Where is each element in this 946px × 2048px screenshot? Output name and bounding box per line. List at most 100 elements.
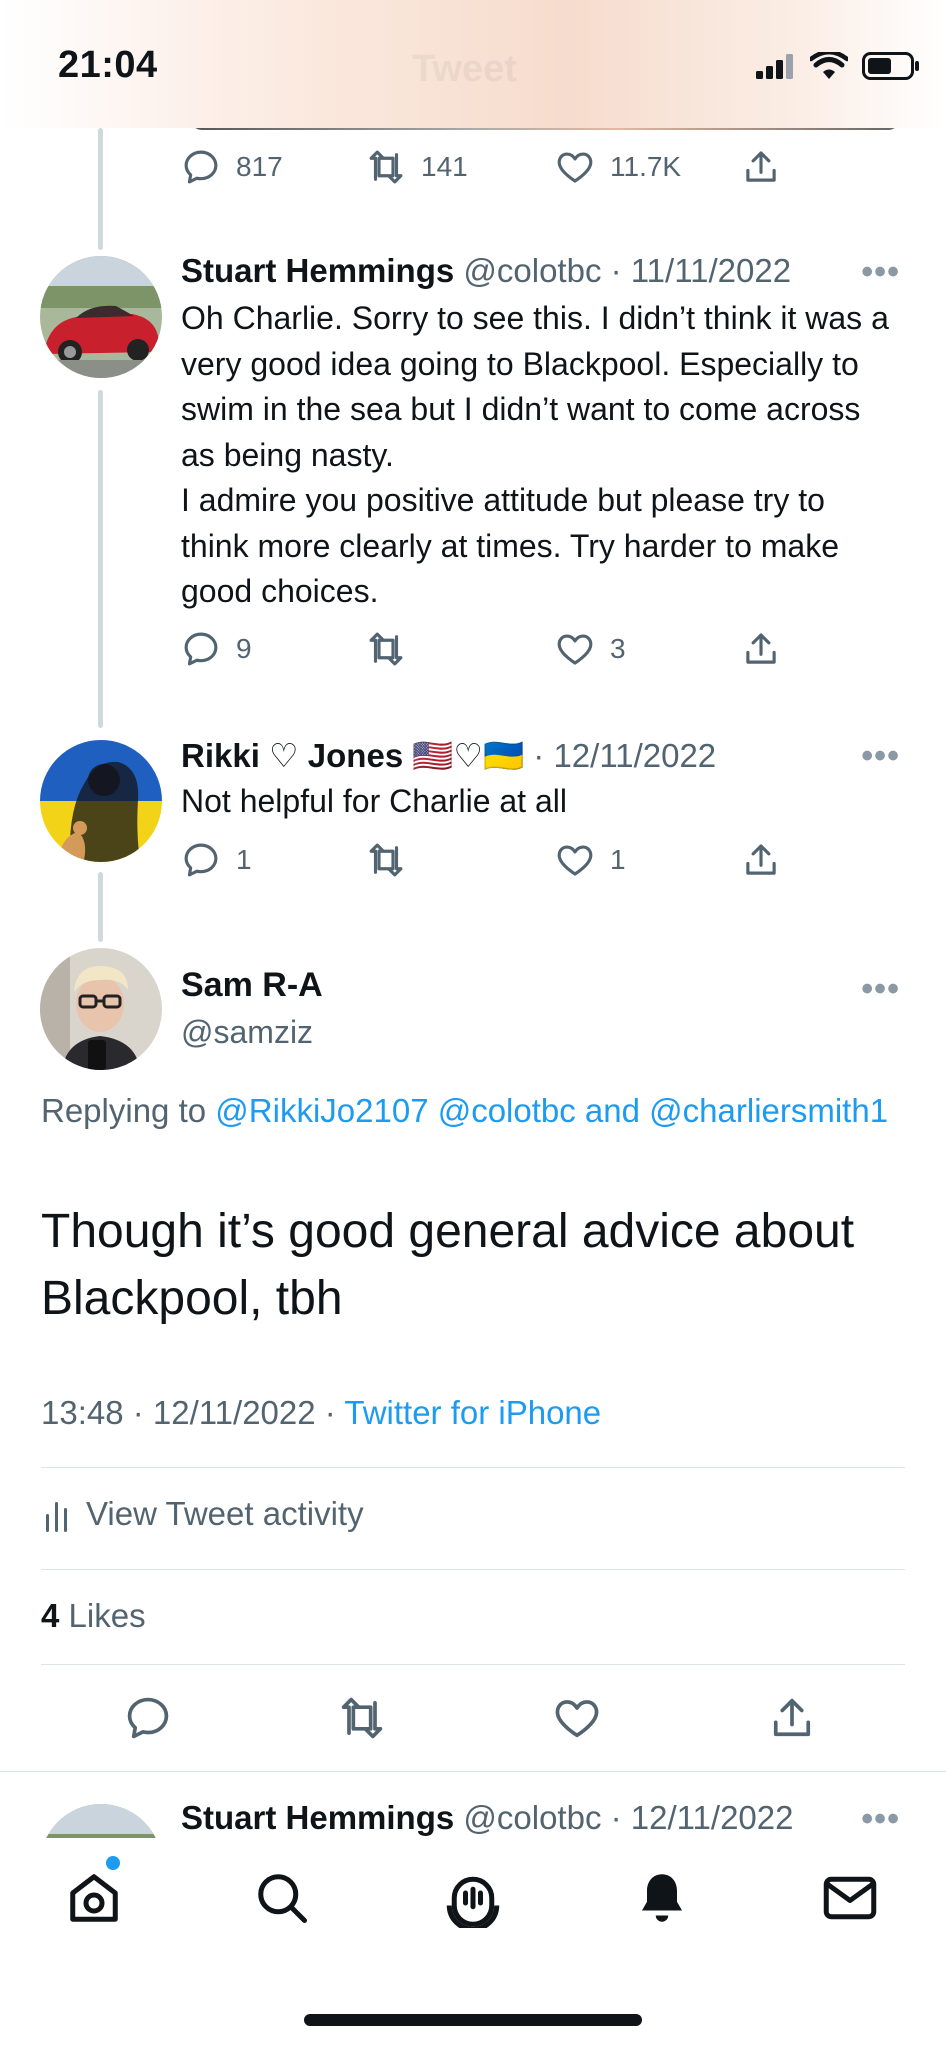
divider	[0, 1771, 946, 1772]
share-icon	[746, 844, 776, 875]
like-count: 3	[610, 633, 626, 664]
tweet-timestamp: 13:48 · 12/11/2022 ·	[41, 1394, 336, 1431]
author-handle[interactable]: @colotbc	[463, 1799, 601, 1836]
status-bar: 21:04 Tweet	[0, 0, 946, 128]
share-button[interactable]	[740, 628, 782, 670]
reply-header: Rikki ♡ Jones 🇺🇸♡🇺🇦 · 12/11/2022	[181, 736, 716, 776]
reply-header: Stuart Hemmings @colotbc · 12/11/2022	[181, 1799, 794, 1837]
replying-links[interactable]: @RikkiJo2107 @colotbc and @charliersmith…	[215, 1092, 888, 1129]
retweet-button[interactable]	[365, 628, 407, 670]
likes-count-link[interactable]: 4 Likes	[41, 1597, 146, 1635]
reply-text: Not helpful for Charlie at all	[181, 783, 567, 819]
share-icon	[746, 151, 776, 182]
thread-line	[98, 390, 103, 728]
share-button[interactable]	[740, 839, 782, 881]
reply-count: 9	[236, 633, 252, 664]
focus-author-name[interactable]: Sam R-A	[181, 966, 323, 1005]
author-name[interactable]: Stuart Hemmings	[181, 1799, 454, 1836]
reply-icon	[127, 1697, 169, 1739]
replying-prefix: Replying to	[41, 1092, 207, 1129]
reply-button[interactable]: 817	[180, 146, 283, 188]
more-options-button[interactable]: •••	[861, 970, 900, 1009]
avatar[interactable]	[40, 256, 162, 378]
divider	[41, 1664, 905, 1665]
retweet-button[interactable]	[365, 839, 407, 881]
thread-line	[98, 872, 103, 942]
reply-button[interactable]: 1	[180, 839, 252, 881]
like-count: 1	[610, 844, 626, 875]
thread-line	[98, 128, 103, 250]
home-indicator[interactable]	[304, 2014, 642, 2026]
likes-label: Likes	[68, 1597, 146, 1634]
focus-tweet-meta: 13:48 · 12/11/2022 · Twitter for iPhone	[41, 1394, 601, 1432]
retweet-icon	[369, 632, 403, 666]
battery-icon	[862, 52, 919, 80]
more-options-button[interactable]: •••	[861, 1800, 900, 1839]
wifi-icon	[810, 52, 848, 79]
focus-tweet-text: Though it’s good general advice about Bl…	[41, 1205, 855, 1325]
reply-button[interactable]	[122, 1692, 174, 1749]
heart-icon	[557, 634, 593, 665]
heart-icon	[557, 152, 593, 183]
focus-author-handle[interactable]: @samziz	[181, 1014, 313, 1051]
header-title: Tweet	[412, 48, 517, 90]
divider	[41, 1569, 905, 1570]
tweet-date: · 12/11/2022	[610, 1799, 794, 1836]
top-tweet-actions: 817 141 11.7K	[180, 146, 790, 196]
retweet-button[interactable]: 141	[365, 146, 468, 188]
tweet-date: · 12/11/2022	[533, 737, 717, 774]
view-tweet-activity-button[interactable]: View Tweet activity	[44, 1494, 364, 1534]
reply-text: Oh Charlie. Sorry to see this. I didn’t …	[181, 296, 911, 615]
tweet-date: · 11/11/2022	[610, 252, 792, 289]
reply-header: Stuart Hemmings @colotbc · 11/11/2022	[181, 252, 791, 290]
heart-icon	[557, 845, 593, 876]
share-icon	[773, 1698, 811, 1737]
reply-icon	[184, 632, 218, 666]
likes-number: 4	[41, 1597, 60, 1634]
author-name[interactable]: Rikki ♡ Jones 🇺🇸♡🇺🇦	[181, 737, 524, 774]
reply-icon	[184, 843, 218, 877]
avatar[interactable]	[40, 740, 162, 862]
reply-text-line: Oh Charlie. Sorry to see this. I didn’t …	[181, 300, 889, 609]
like-button[interactable]: 11.7K	[554, 146, 681, 188]
reply-actions: 9 3	[180, 628, 790, 678]
like-button[interactable]: 1	[554, 839, 626, 881]
like-button[interactable]: 3	[554, 628, 626, 670]
reply-actions: 1 1	[180, 839, 790, 889]
status-icons	[756, 52, 920, 80]
search-icon	[258, 1874, 307, 1923]
messages-icon	[823, 1876, 877, 1920]
share-button[interactable]	[766, 1692, 818, 1749]
tweet-source-link[interactable]: Twitter for iPhone	[344, 1394, 601, 1431]
tab-search[interactable]	[252, 1868, 312, 1928]
reply-icon	[184, 150, 218, 184]
retweet-button[interactable]	[336, 1692, 388, 1749]
replying-to: Replying to @RikkiJo2107 @colotbc and @c…	[41, 1086, 921, 1136]
more-options-button[interactable]: •••	[861, 253, 900, 292]
retweet-icon	[341, 1697, 383, 1739]
view-activity-label: View Tweet activity	[86, 1495, 364, 1532]
share-icon	[746, 633, 776, 664]
author-name[interactable]: Stuart Hemmings	[181, 252, 454, 289]
reply-button[interactable]: 9	[180, 628, 252, 670]
home-icon	[70, 1874, 118, 1922]
tab-messages[interactable]	[820, 1868, 880, 1928]
more-options-button[interactable]: •••	[861, 737, 900, 776]
heart-icon	[555, 1700, 599, 1738]
author-handle[interactable]: @colotbc	[463, 252, 601, 289]
like-button[interactable]	[551, 1692, 603, 1749]
share-button[interactable]	[740, 146, 782, 188]
status-time: 21:04	[58, 44, 158, 86]
avatar[interactable]	[40, 948, 162, 1070]
analytics-icon	[46, 1502, 67, 1532]
reply-count: 1	[236, 844, 252, 875]
reply-count: 817	[236, 151, 283, 182]
bottom-tab-bar	[0, 1838, 946, 2048]
tab-home[interactable]	[64, 1868, 124, 1928]
like-count: 11.7K	[610, 151, 682, 182]
tab-notifications[interactable]	[632, 1868, 692, 1928]
unread-dot	[106, 1856, 120, 1870]
tab-spaces[interactable]	[443, 1868, 503, 1932]
cellular-signal-icon	[756, 54, 793, 79]
divider	[41, 1467, 905, 1468]
